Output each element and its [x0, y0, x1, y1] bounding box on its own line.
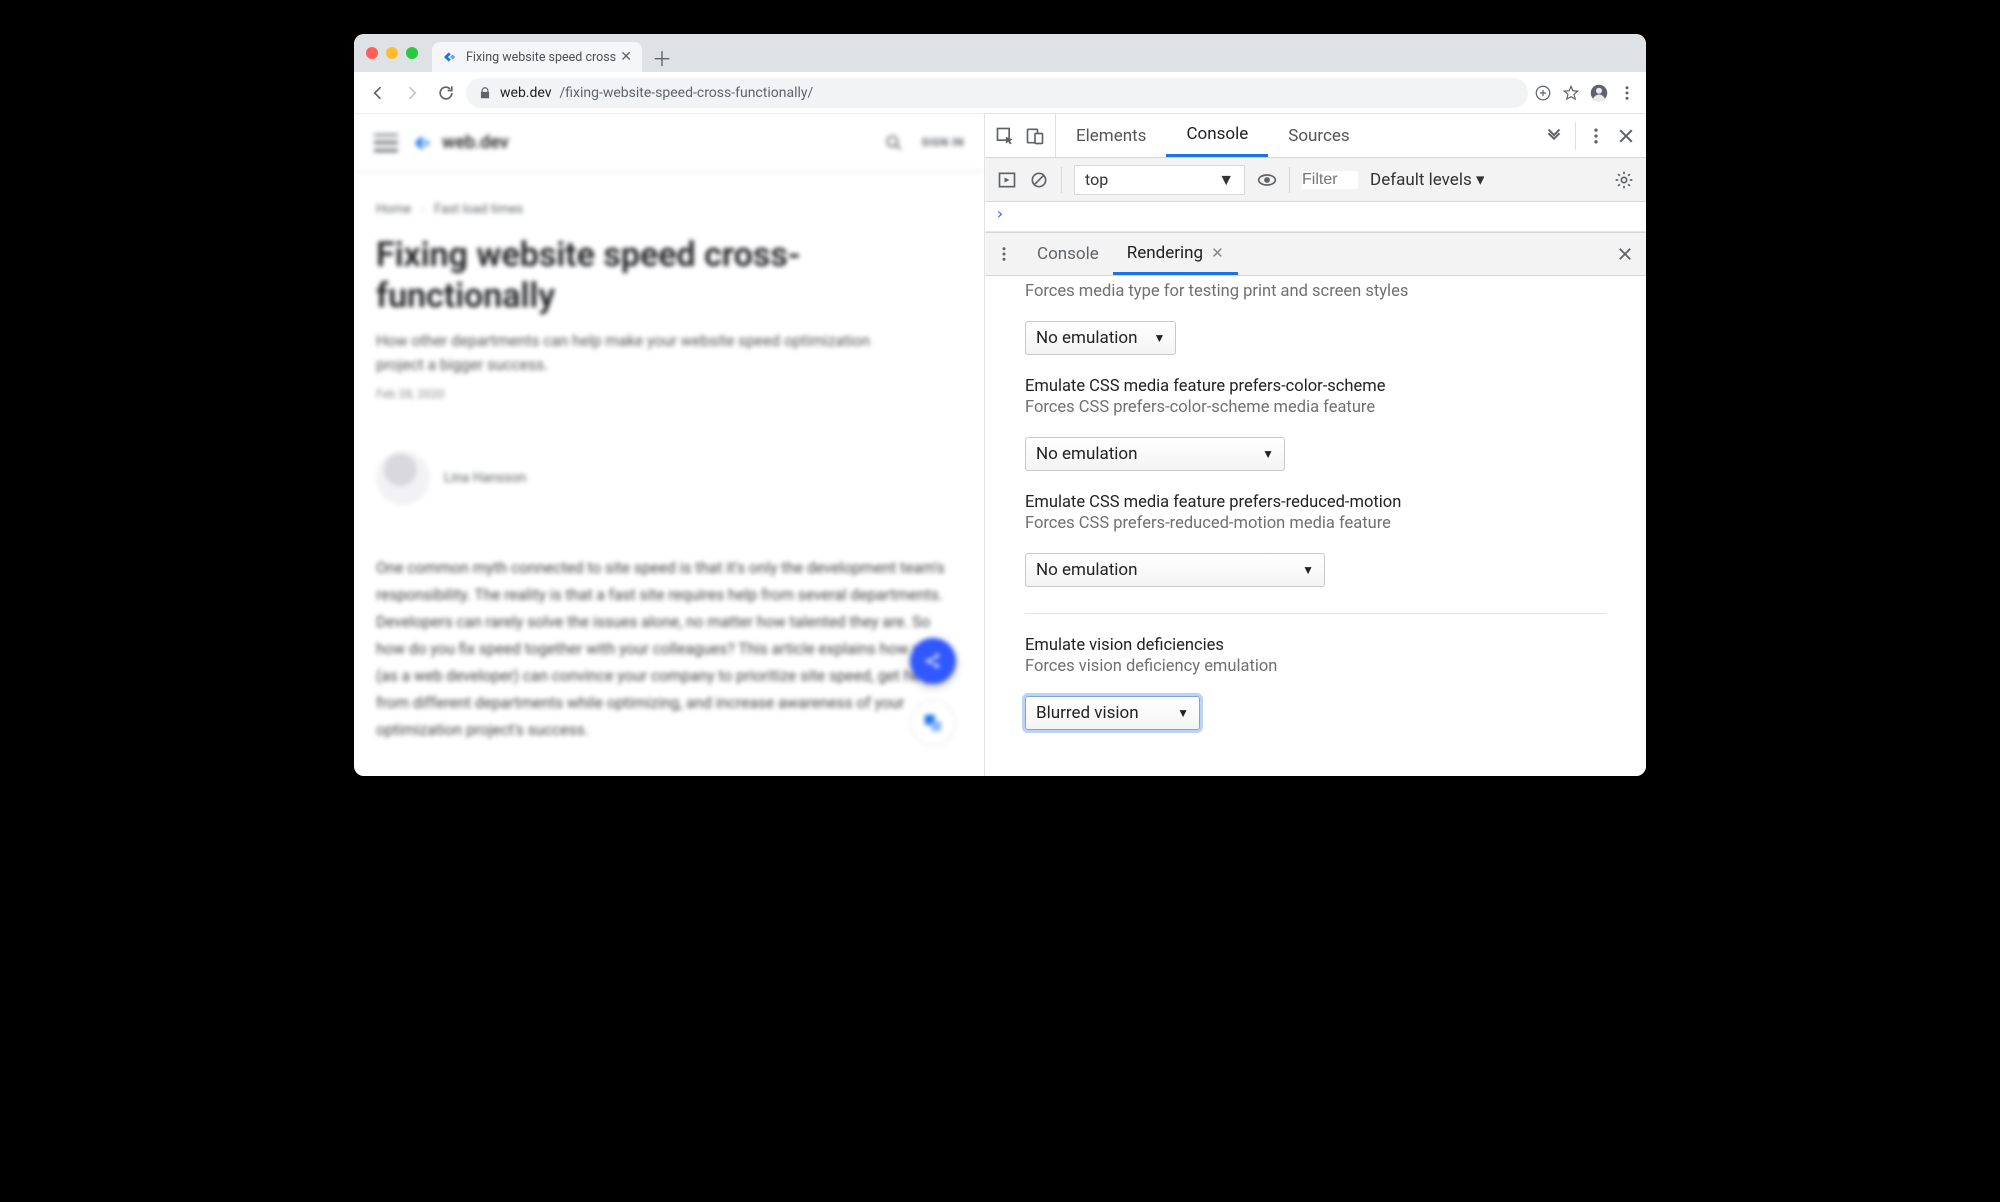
- devtools: Elements Console Sources top ▼: [984, 114, 1646, 776]
- back-button[interactable]: [364, 79, 392, 107]
- drawer-tabstrip: Console Rendering ✕: [985, 232, 1646, 276]
- drawer-tab-console[interactable]: Console: [1023, 233, 1113, 275]
- window-zoom-dot[interactable]: [406, 47, 418, 59]
- prm-title: Emulate CSS media feature prefers-reduce…: [1025, 493, 1606, 512]
- devtools-right: [1533, 114, 1646, 157]
- forward-button[interactable]: [398, 79, 426, 107]
- share-fab[interactable]: [910, 638, 956, 684]
- url-domain: web.dev: [500, 85, 552, 101]
- live-expression-icon[interactable]: [1257, 170, 1277, 190]
- author-name[interactable]: Lina Hansson: [444, 470, 526, 486]
- prm-value: No emulation: [1036, 560, 1138, 580]
- chevron-right-icon: ›: [421, 203, 424, 216]
- more-tabs-icon[interactable]: [1543, 125, 1565, 147]
- url-field[interactable]: web.dev/fixing-website-speed-cross-funct…: [466, 78, 1528, 108]
- clear-console-icon[interactable]: [1029, 170, 1049, 190]
- window-minimize-dot[interactable]: [386, 47, 398, 59]
- avatar: [376, 451, 430, 505]
- pcs-desc: Forces CSS prefers-color-scheme media fe…: [1025, 398, 1606, 417]
- filter-input[interactable]: [1302, 171, 1358, 189]
- tab-console[interactable]: Console: [1166, 114, 1268, 157]
- translate-fab[interactable]: [910, 700, 956, 746]
- media-type-value: No emulation: [1036, 328, 1138, 348]
- drawer-tab-rendering-label: Rendering: [1127, 243, 1203, 263]
- drawer-close-icon[interactable]: [1604, 233, 1646, 275]
- tab-title: Fixing website speed cross-fun: [466, 50, 616, 65]
- toolbar-right: [1534, 84, 1636, 102]
- close-icon[interactable]: ✕: [1211, 244, 1224, 262]
- context-value: top: [1085, 170, 1108, 189]
- inspect-element-icon[interactable]: [995, 126, 1015, 146]
- article: Home › Fast load times Fixing website sp…: [354, 172, 984, 745]
- vision-value: Blurred vision: [1036, 703, 1139, 723]
- execute-icon[interactable]: [997, 170, 1017, 190]
- divider: [1025, 613, 1606, 614]
- vision-deficiency-select[interactable]: Blurred vision ▼: [1025, 696, 1200, 730]
- window-titlebar: Fixing website speed cross-fun ✕ ＋: [354, 34, 1646, 72]
- media-desc: Forces media type for testing print and …: [1025, 282, 1606, 301]
- window-controls: [366, 47, 418, 59]
- pcs-title: Emulate CSS media feature prefers-color-…: [1025, 377, 1606, 396]
- publish-date: Feb 28, 2020: [376, 387, 962, 401]
- profile-icon[interactable]: [1590, 84, 1608, 102]
- drawer-kebab-icon[interactable]: [985, 233, 1023, 275]
- reload-button[interactable]: [432, 79, 460, 107]
- favicon-icon: [442, 49, 458, 65]
- gear-icon[interactable]: [1614, 170, 1634, 190]
- prm-desc: Forces CSS prefers-reduced-motion media …: [1025, 514, 1606, 533]
- prefers-reduced-motion-select[interactable]: No emulation ▼: [1025, 553, 1325, 587]
- new-tab-button[interactable]: ＋: [648, 43, 676, 71]
- window-close-dot[interactable]: [366, 47, 378, 59]
- tab-close-icon[interactable]: ✕: [620, 49, 632, 65]
- browser-tab[interactable]: Fixing website speed cross-fun ✕: [432, 42, 642, 72]
- vision-title: Emulate vision deficiencies: [1025, 636, 1606, 655]
- console-output[interactable]: ›: [985, 202, 1646, 232]
- site-header: web.dev SIGN IN: [354, 114, 984, 172]
- caret-down-icon: ▼: [1177, 706, 1189, 720]
- hamburger-icon[interactable]: [374, 134, 398, 152]
- devtools-inspect-toggles: [985, 114, 1056, 157]
- page-viewport: web.dev SIGN IN Home › Fast load times F…: [354, 114, 984, 776]
- star-icon[interactable]: [1562, 84, 1580, 102]
- address-bar: web.dev/fixing-website-speed-cross-funct…: [354, 72, 1646, 114]
- brand-label: web.dev: [442, 132, 509, 153]
- tab-sources[interactable]: Sources: [1268, 114, 1369, 157]
- media-type-select[interactable]: No emulation ▼: [1025, 321, 1176, 355]
- caret-down-icon: ▼: [1154, 331, 1166, 345]
- page-title: Fixing website speed cross-functionally: [376, 235, 936, 317]
- device-toolbar-icon[interactable]: [1025, 126, 1045, 146]
- rendering-panel: Forces media type for testing print and …: [985, 276, 1646, 776]
- search-icon[interactable]: [884, 133, 904, 153]
- caret-down-icon: ▼: [1218, 170, 1234, 190]
- devtools-kebab-icon[interactable]: [1586, 126, 1606, 146]
- prefers-color-scheme-select[interactable]: No emulation ▼: [1025, 437, 1285, 471]
- caret-down-icon: ▼: [1262, 447, 1274, 461]
- lock-icon: [478, 86, 492, 100]
- caret-down-icon: ▼: [1302, 563, 1314, 577]
- browser-window: Fixing website speed cross-fun ✕ ＋ web.d…: [354, 34, 1646, 776]
- author-block: Lina Hansson: [376, 451, 962, 505]
- vision-desc: Forces vision deficiency emulation: [1025, 657, 1606, 676]
- log-levels[interactable]: Default levels ▾: [1370, 170, 1484, 190]
- devtools-close-icon[interactable]: [1616, 126, 1636, 146]
- crumb-home[interactable]: Home: [376, 202, 411, 217]
- content-split: web.dev SIGN IN Home › Fast load times F…: [354, 114, 1646, 776]
- install-icon[interactable]: [1534, 84, 1552, 102]
- kebab-menu-icon[interactable]: [1618, 84, 1636, 102]
- article-body: One common myth connected to site speed …: [376, 555, 946, 745]
- drawer-tab-rendering[interactable]: Rendering ✕: [1113, 233, 1238, 275]
- console-toolbar: top ▼ Default levels ▾: [985, 158, 1646, 202]
- page-subtitle: How other departments can help make your…: [376, 329, 916, 377]
- url-path: /fixing-website-speed-cross-functionally…: [560, 85, 814, 101]
- devtools-tabstrip: Elements Console Sources: [985, 114, 1646, 158]
- site-brand[interactable]: web.dev: [412, 132, 509, 154]
- context-select[interactable]: top ▼: [1074, 165, 1245, 195]
- tab-elements[interactable]: Elements: [1056, 114, 1166, 157]
- sign-in-link[interactable]: SIGN IN: [922, 136, 964, 149]
- pcs-value: No emulation: [1036, 444, 1138, 464]
- breadcrumb: Home › Fast load times: [376, 202, 962, 217]
- crumb-section[interactable]: Fast load times: [434, 202, 523, 217]
